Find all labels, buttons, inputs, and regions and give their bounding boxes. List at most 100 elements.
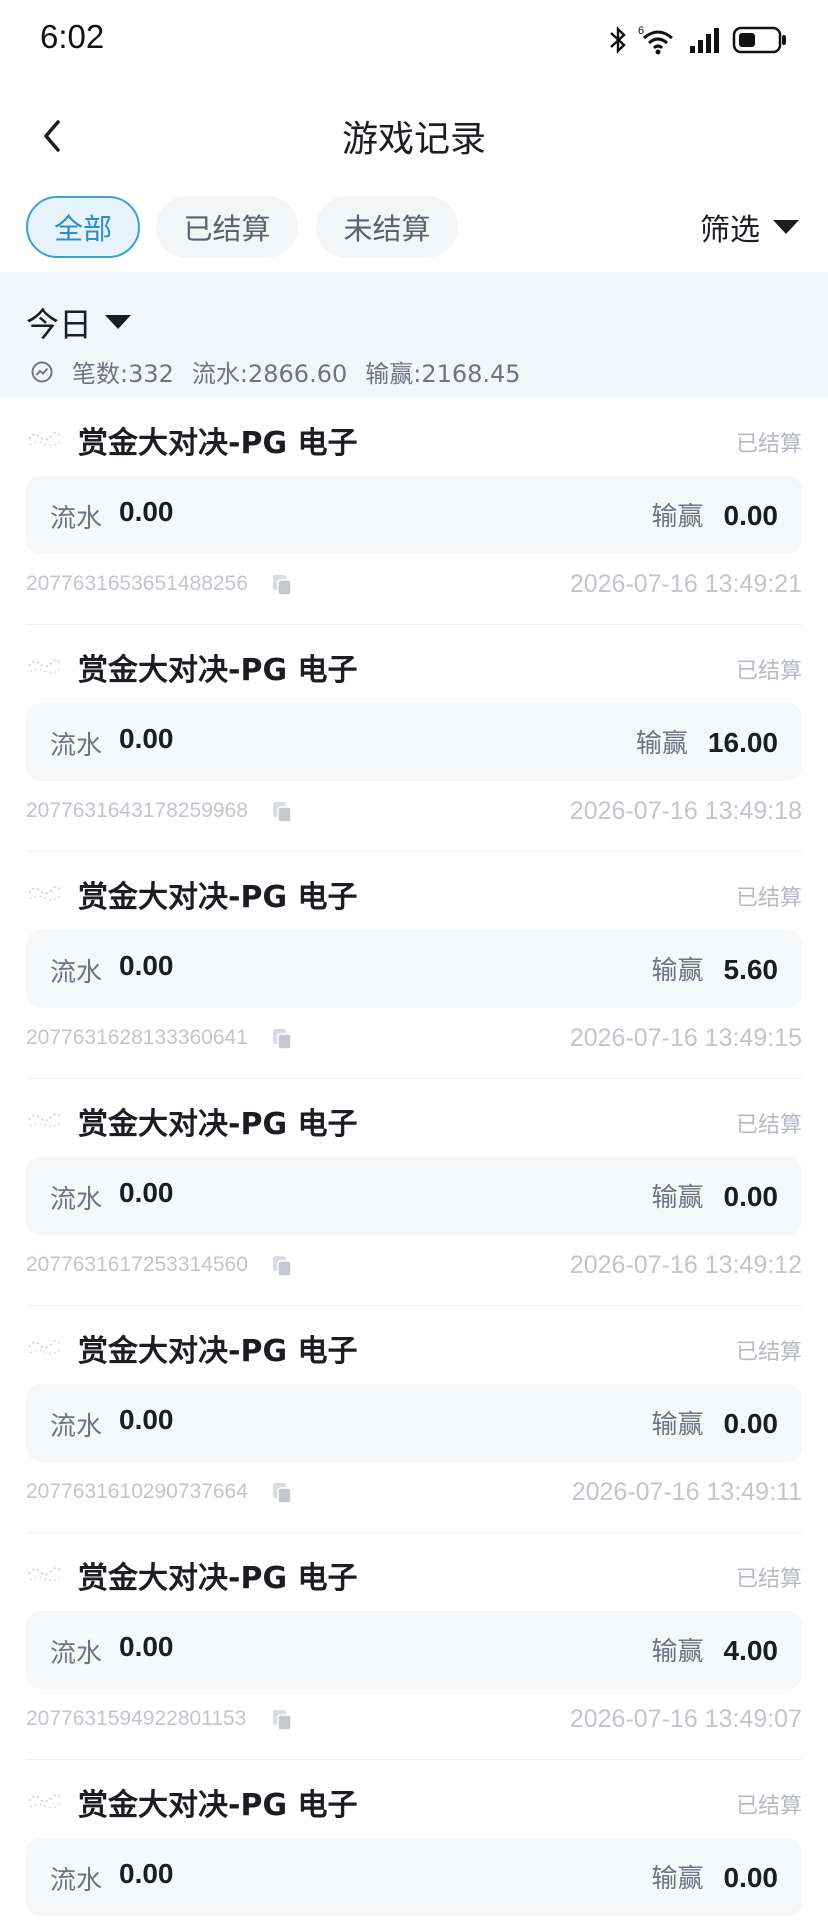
battery-icon xyxy=(732,26,786,54)
turnover-value: 0.00 xyxy=(119,950,174,981)
winloss-value: 4.00 xyxy=(723,1635,779,1666)
winloss-label: 输赢 xyxy=(651,1637,704,1667)
winloss-label: 输赢 xyxy=(635,729,688,759)
record-amounts: 流水 0.00 输赢 0.00 xyxy=(26,1157,802,1235)
winloss-value: 0.00 xyxy=(723,1181,779,1212)
status-time: 6:02 xyxy=(40,18,105,55)
date-range-select[interactable]: 今日 xyxy=(26,298,132,346)
winloss-label: 输赢 xyxy=(651,956,704,986)
game-name: 赏金大对决-PG 电子 xyxy=(78,653,358,688)
turnover-value: 0.00 xyxy=(119,496,174,527)
tab-all[interactable]: 全部 xyxy=(26,196,140,258)
records-list: 赏金大对决-PG 电子 已结算 流水 0.00 输赢 0.00 20776316… xyxy=(0,398,828,1920)
game-name: 赏金大对决-PG 电子 xyxy=(78,1107,358,1142)
winloss-value: 0.00 xyxy=(723,1408,779,1439)
record-amounts: 流水 0.00 输赢 0.00 xyxy=(26,1838,802,1916)
filter-button[interactable]: 筛选 xyxy=(700,204,800,250)
game-name: 赏金大对决-PG 电子 xyxy=(78,1334,358,1369)
turnover-value: 0.00 xyxy=(119,1177,174,1208)
wifi-6-icon: 6 xyxy=(638,25,673,55)
record-item[interactable]: 赏金大对决-PG 电子 已结算 流水 0.00 输赢 0.00 20776316… xyxy=(26,398,802,625)
svg-text:6: 6 xyxy=(638,25,644,37)
record-header: 赏金大对决-PG 电子 已结算 xyxy=(26,416,802,462)
chart-icon xyxy=(31,361,53,382)
game-icon xyxy=(28,1340,62,1355)
winloss-group: 输赢 16.00 xyxy=(636,723,778,760)
record-item[interactable]: 赏金大对决-PG 电子 已结算 流水 0.00 输赢 4.00 20776315… xyxy=(26,1533,802,1760)
game-name: 赏金大对决-PG 电子 xyxy=(78,880,358,915)
winloss-label: 输赢 xyxy=(651,1864,704,1894)
game-name: 赏金大对决-PG 电子 xyxy=(78,1788,358,1823)
summary-panel: 今日 笔数:332 流水:2866.60 输赢:2168.45 xyxy=(0,272,828,398)
copy-icon[interactable] xyxy=(270,1481,294,1505)
game-icon xyxy=(28,432,62,447)
record-footer: 2077631643178259968 2026-07-16 13:49:18 xyxy=(26,795,802,831)
winloss-group: 输赢 0.00 xyxy=(651,1177,778,1214)
turnover-label: 流水 xyxy=(50,731,103,761)
record-amounts: 流水 0.00 输赢 0.00 xyxy=(26,1384,802,1462)
record-footer: 2077631610290737664 2026-07-16 13:49:11 xyxy=(26,1476,802,1512)
record-header: 赏金大对决-PG 电子 已结算 xyxy=(26,1097,802,1143)
tab-settled-label: 已结算 xyxy=(183,212,271,246)
winloss-value: 16.00 xyxy=(707,727,778,758)
game-name: 赏金大对决-PG 电子 xyxy=(78,1561,358,1596)
record-item[interactable]: 赏金大对决-PG 电子 已结算 流水 0.00 输赢 0.00 20776316… xyxy=(26,1306,802,1533)
record-time: 2026-07-16 13:49:21 xyxy=(569,570,802,598)
record-item[interactable]: 赏金大对决-PG 电子 已结算 流水 0.00 输赢 0.00 xyxy=(26,1760,802,1920)
winloss-label: 输赢 xyxy=(651,502,704,532)
record-amounts: 流水 0.00 输赢 0.00 xyxy=(26,476,802,554)
copy-icon[interactable] xyxy=(270,1708,294,1732)
total-winloss: 输赢:2168.45 xyxy=(365,360,521,388)
caret-down-icon xyxy=(105,315,131,329)
bluetooth-icon xyxy=(610,26,626,54)
signal-icon xyxy=(690,28,719,53)
record-header: 赏金大对决-PG 电子 已结算 xyxy=(26,1778,802,1824)
tab-unsettled[interactable]: 未结算 xyxy=(316,196,458,258)
caret-down-icon xyxy=(773,220,799,234)
turnover-label: 流水 xyxy=(50,504,103,534)
settlement-status: 已结算 xyxy=(735,659,802,684)
record-footer: 2077631628133360641 2026-07-16 13:49:15 xyxy=(26,1022,802,1058)
date-range-label: 今日 xyxy=(26,305,92,344)
record-time: 2026-07-16 13:49:15 xyxy=(569,1024,802,1052)
tab-settled[interactable]: 已结算 xyxy=(156,196,298,258)
turnover-label: 流水 xyxy=(50,1412,103,1442)
game-icon xyxy=(28,1794,62,1809)
game-icon xyxy=(28,886,62,901)
order-id: 2077631643178259968 xyxy=(26,799,248,822)
winloss-group: 输赢 5.60 xyxy=(651,950,778,987)
order-id: 2077631617253314560 xyxy=(26,1253,248,1276)
order-id: 2077631594922801153 xyxy=(26,1707,247,1730)
settlement-status: 已结算 xyxy=(735,1340,802,1365)
turnover-label: 流水 xyxy=(50,1639,103,1669)
order-id: 2077631653651488256 xyxy=(26,572,248,595)
winloss-label: 输赢 xyxy=(651,1183,704,1213)
turnover-value: 0.00 xyxy=(119,1404,174,1435)
winloss-value: 0.00 xyxy=(723,500,779,531)
total-turnover: 流水:2866.60 xyxy=(191,360,348,388)
turnover-value: 0.00 xyxy=(119,1631,174,1662)
copy-icon[interactable] xyxy=(270,1027,294,1051)
winloss-group: 输赢 4.00 xyxy=(651,1631,778,1668)
record-amounts: 流水 0.00 输赢 4.00 xyxy=(26,1611,802,1689)
game-icon xyxy=(28,659,62,674)
winloss-value: 0.00 xyxy=(723,1862,779,1893)
copy-icon[interactable] xyxy=(270,800,294,824)
record-item[interactable]: 赏金大对决-PG 电子 已结算 流水 0.00 输赢 16.00 2077631… xyxy=(26,625,802,852)
winloss-group: 输赢 0.00 xyxy=(651,496,778,533)
record-time: 2026-07-16 13:49:07 xyxy=(569,1705,802,1733)
record-amounts: 流水 0.00 输赢 5.60 xyxy=(26,930,802,1008)
record-item[interactable]: 赏金大对决-PG 电子 已结算 流水 0.00 输赢 5.60 20776316… xyxy=(26,852,802,1079)
game-icon xyxy=(28,1113,62,1128)
bet-count: 笔数:332 xyxy=(72,360,174,388)
tab-all-label: 全部 xyxy=(53,212,112,246)
filter-tabs: 全部 已结算 未结算 筛选 xyxy=(0,196,828,260)
turnover-value: 0.00 xyxy=(119,1858,174,1889)
copy-icon[interactable] xyxy=(270,573,294,597)
record-time: 2026-07-16 13:49:12 xyxy=(569,1251,802,1279)
record-amounts: 流水 0.00 输赢 16.00 xyxy=(26,703,802,781)
record-time: 2026-07-16 13:49:11 xyxy=(571,1478,802,1506)
tab-unsettled-label: 未结算 xyxy=(343,212,431,246)
record-item[interactable]: 赏金大对决-PG 电子 已结算 流水 0.00 输赢 0.00 20776316… xyxy=(26,1079,802,1306)
copy-icon[interactable] xyxy=(270,1254,294,1278)
